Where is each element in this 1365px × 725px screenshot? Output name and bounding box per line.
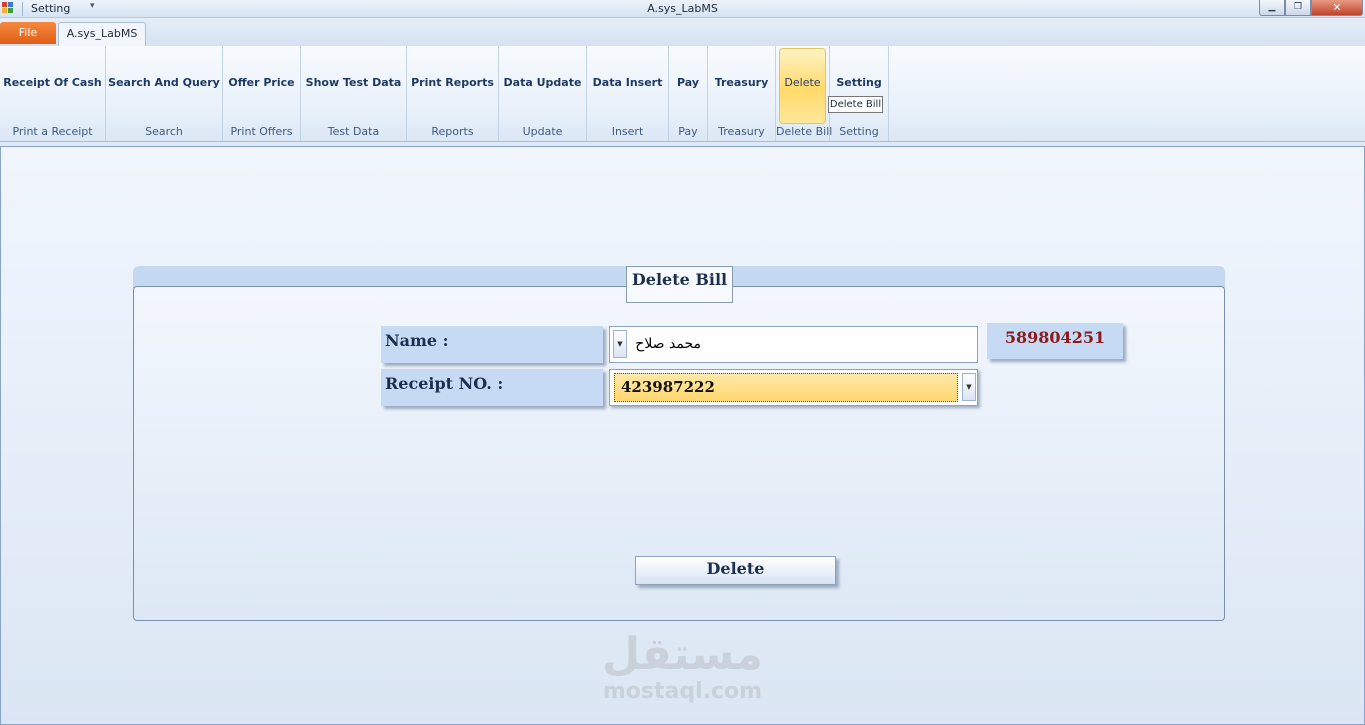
show-test-data-button[interactable]: Show Test Data xyxy=(301,76,406,89)
chevron-down-icon[interactable]: ▼ xyxy=(962,373,976,401)
delete-ribbon-button[interactable]: Delete xyxy=(776,76,829,89)
offer-price-button[interactable]: Offer Price xyxy=(223,76,300,89)
group-reports: Print Reports Reports xyxy=(407,46,499,141)
group-label: Insert xyxy=(611,125,644,138)
panel-title: Delete Bill xyxy=(626,266,733,303)
group-delete-bill: Delete Delete Bill xyxy=(776,46,833,141)
group-label: Print a Receipt xyxy=(12,125,93,138)
group-update: Data Update Update xyxy=(499,46,587,141)
setting-button[interactable]: Setting xyxy=(830,76,888,89)
group-insert: Data Insert Insert xyxy=(587,46,669,141)
group-label: Treasury xyxy=(718,125,765,138)
close-button[interactable]: ✕ xyxy=(1311,0,1363,16)
title-bar: Setting ▾ A.sys_LabMS ▁ ❐ ✕ xyxy=(0,0,1365,18)
search-and-query-button[interactable]: Search And Query xyxy=(106,76,222,89)
group-label: Reports xyxy=(431,125,474,138)
file-tab[interactable]: File xyxy=(0,22,56,44)
group-label: Search xyxy=(145,125,183,138)
ribbon-tab-row: File A.sys_LabMS xyxy=(0,18,1365,46)
group-label: Print Offers xyxy=(230,125,293,138)
group-label: Update xyxy=(522,125,563,138)
group-test-data: Show Test Data Test Data xyxy=(301,46,407,141)
group-pay: Pay Pay xyxy=(669,46,708,141)
treasury-button[interactable]: Treasury xyxy=(708,76,775,89)
window-title: A.sys_LabMS xyxy=(647,2,718,15)
group-label: Setting xyxy=(839,125,879,138)
tab-main[interactable]: A.sys_LabMS xyxy=(58,22,146,46)
receipt-number-combobox[interactable]: 423987222 ▼ xyxy=(609,369,978,406)
print-reports-button[interactable]: Print Reports xyxy=(407,76,498,89)
group-label: Delete Bill xyxy=(776,125,833,138)
data-update-button[interactable]: Data Update xyxy=(499,76,586,89)
watermark-latin: mostaql.com xyxy=(602,679,763,704)
receipt-number-value: 423987222 xyxy=(621,378,715,396)
group-label: Pay xyxy=(678,125,698,138)
chevron-down-icon[interactable]: ▼ xyxy=(613,330,627,358)
minimize-button[interactable]: ▁ xyxy=(1259,0,1285,16)
receipt-number-label: Receipt NO. : xyxy=(381,369,603,406)
name-label: Name : xyxy=(381,326,603,363)
patient-id-value: 589804251 xyxy=(987,323,1123,359)
receipt-number-field[interactable]: 423987222 xyxy=(614,373,958,402)
group-offers: Offer Price Print Offers xyxy=(223,46,301,141)
delete-button[interactable]: Delete xyxy=(635,556,836,585)
watermark-logo: مستقل mostaql.com xyxy=(560,630,805,704)
group-search: Search And Query Search xyxy=(106,46,223,141)
group-treasury: Treasury Treasury xyxy=(708,46,776,141)
group-receipt: Receipt Of Cash Print a Receipt xyxy=(0,46,106,141)
tooltip: Delete Bill xyxy=(828,96,883,113)
name-value: محمد صلاح xyxy=(635,336,701,352)
receipt-of-cash-button[interactable]: Receipt Of Cash xyxy=(0,76,105,89)
maximize-button[interactable]: ❐ xyxy=(1285,0,1311,16)
pay-button[interactable]: Pay xyxy=(669,76,707,89)
ribbon: Receipt Of Cash Print a Receipt Search A… xyxy=(0,46,1365,142)
watermark-arabic: مستقل xyxy=(602,629,763,680)
name-combobox[interactable]: ▼ محمد صلاح xyxy=(609,326,978,363)
data-insert-button[interactable]: Data Insert xyxy=(587,76,668,89)
group-label: Test Data xyxy=(327,125,380,138)
group-setting: Setting Setting xyxy=(830,46,889,141)
